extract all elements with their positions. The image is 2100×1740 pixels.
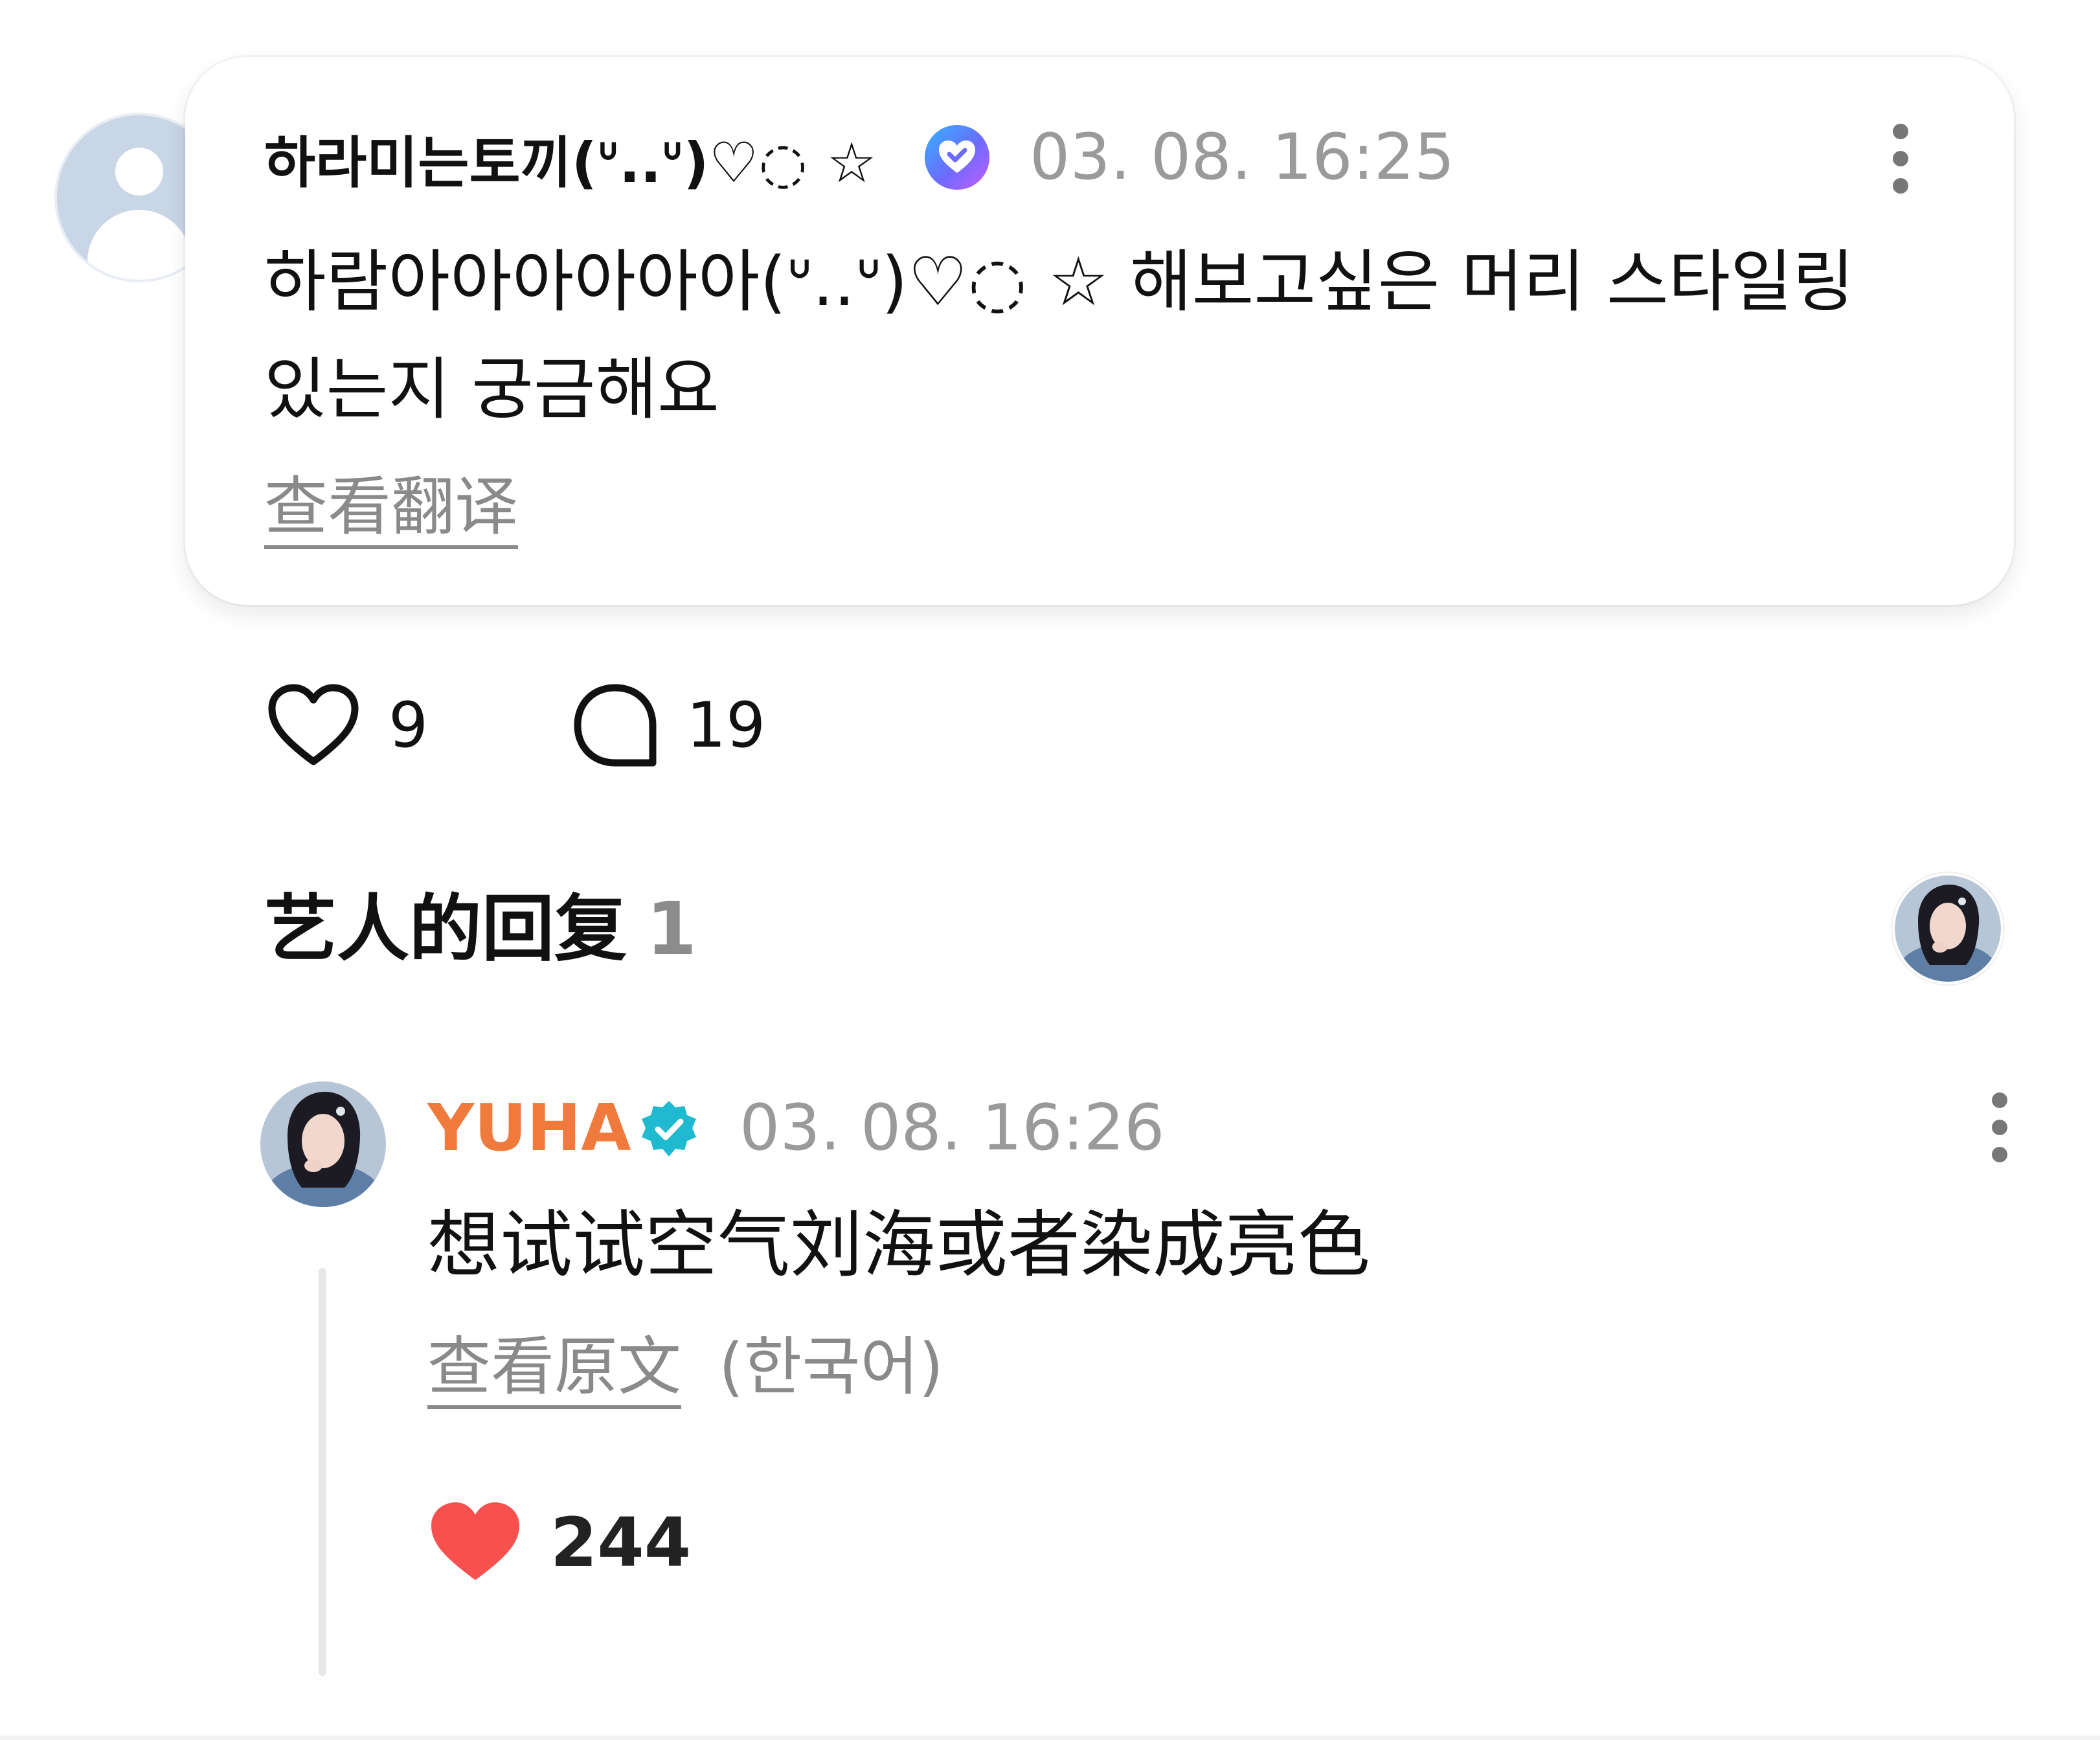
view-translation-link[interactable]: 查看翻译 [264, 465, 518, 549]
artist-replies-count: 1 [646, 887, 697, 971]
reply-button[interactable]: 19 [572, 673, 765, 777]
artist-replies-title: 艺人的回复 [264, 887, 627, 971]
artist-comment-timestamp: 03. 08. 16:26 [740, 1091, 1165, 1165]
more-vertical-icon[interactable] [1980, 1079, 2019, 1176]
verified-icon [642, 1101, 696, 1157]
artist-name[interactable]: YUHA [427, 1083, 631, 1173]
reply-count: 19 [686, 689, 766, 762]
fan-author-name[interactable]: 하라미는토끼(ᐡ..ᐡ)♡◌ ☆ [264, 115, 877, 199]
artist-photo [1895, 876, 2001, 982]
heart-filled-icon [431, 1502, 519, 1580]
bottom-divider [0, 1735, 2100, 1740]
avatar-head-shape [115, 148, 163, 196]
heart-outline-icon [268, 684, 359, 765]
more-vertical-icon[interactable] [1881, 110, 1920, 207]
fan-comment-timestamp: 03. 08. 16:25 [1030, 120, 1455, 194]
thread-line [319, 1268, 326, 1676]
fan-comment-text: 하람아아아아아아(ᐡ..ᐡ)♡◌ ☆ 해보고싶은 머리 스타일링 있는지 궁금해… [264, 242, 1855, 429]
heart-check-glyph [939, 141, 975, 173]
speech-bubble-icon [574, 684, 657, 767]
artist-like-button[interactable]: 244 [429, 1491, 691, 1594]
avatar-body-shape [87, 210, 191, 280]
original-language-label: (한국어) [719, 1330, 943, 1404]
like-count: 9 [389, 689, 429, 762]
artist-avatar[interactable] [260, 1081, 386, 1207]
view-original-link[interactable]: 查看原文 [427, 1325, 681, 1409]
artist-avatar-small[interactable] [1895, 876, 2001, 982]
artist-comment-text: 想试试空气刘海或者染成亮色 [427, 1203, 1370, 1287]
heart-check-badge-icon [925, 125, 989, 190]
artist-photo [260, 1081, 386, 1207]
like-button[interactable]: 9 [267, 673, 428, 777]
artist-replies-header: 艺人的回复 1 [264, 881, 697, 978]
artist-like-count: 244 [550, 1503, 692, 1582]
